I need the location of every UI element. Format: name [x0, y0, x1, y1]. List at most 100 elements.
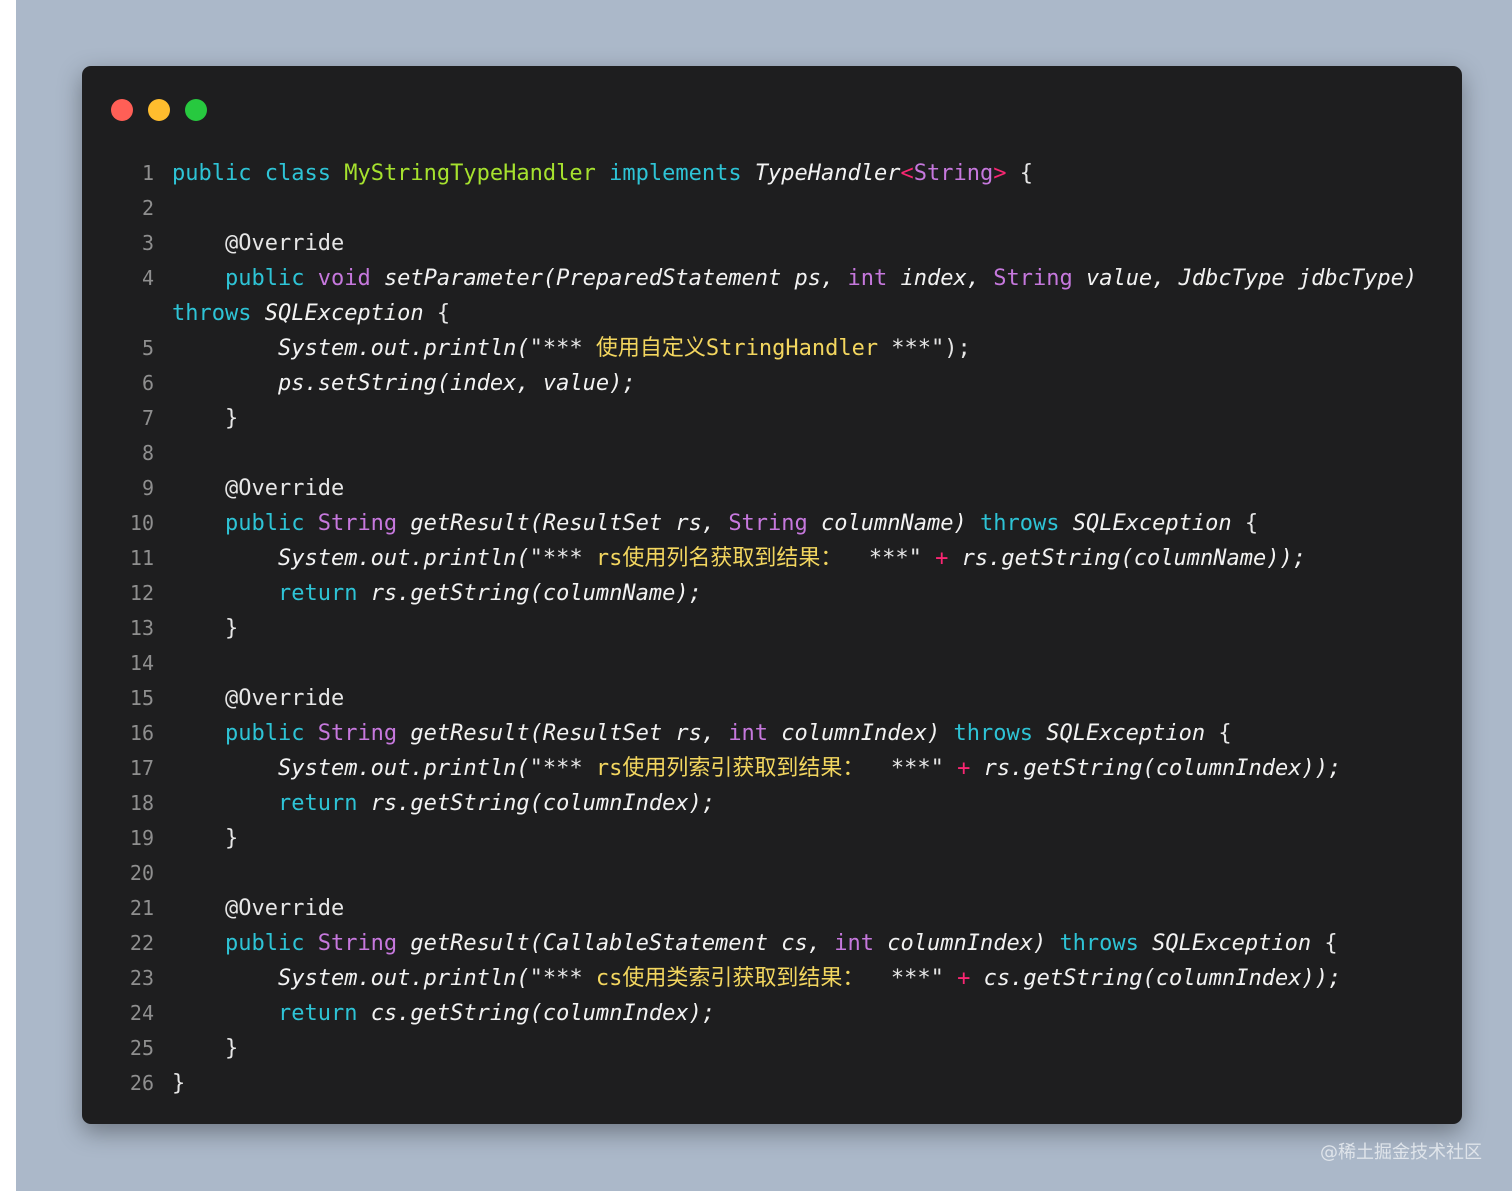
code-token: class [264, 161, 345, 186]
code-token: int [834, 931, 888, 956]
code-token: ***" [842, 546, 936, 571]
line-number: 23 [129, 966, 154, 990]
code-text: return cs.getString(columnIndex); [172, 996, 1462, 1031]
line-number: 3 [141, 231, 154, 255]
code-line: 22 public String getResult(CallableState… [82, 926, 1462, 961]
code-token: getResult(ResultSet rs, [410, 511, 729, 536]
code-line: throws SQLException { [82, 296, 1462, 331]
maximize-icon[interactable] [185, 99, 207, 121]
code-line: 1 public class MyStringTypeHandler implem… [82, 156, 1462, 191]
code-token: { [1218, 721, 1232, 746]
code-token: ***"); [878, 336, 971, 361]
line-number: 4 [141, 266, 154, 290]
code-token: void [317, 266, 384, 291]
code-token: return [277, 791, 371, 816]
line-number: 11 [129, 546, 154, 570]
code-token: SQLException [264, 301, 437, 326]
code-text: public String getResult(ResultSet rs, in… [172, 716, 1462, 751]
code-token: rs.getString(columnName)); [961, 546, 1306, 571]
code-text: return rs.getString(columnIndex); [172, 786, 1462, 821]
line-number: 13 [129, 616, 154, 640]
code-text: public String getResult(CallableStatemen… [172, 926, 1462, 961]
code-token: throws [1059, 931, 1153, 956]
code-line: 6 ps.setString(index, value); [82, 366, 1462, 401]
code-token: public [224, 931, 318, 956]
code-token: { [1019, 161, 1033, 186]
code-token: rs使用列名获取到结果： [595, 546, 843, 571]
code-text: throws SQLException { [172, 296, 1462, 331]
code-token: { [1324, 931, 1338, 956]
code-line: 11 System.out.println("*** rs使用列名获取到结果： … [82, 541, 1462, 576]
code-token: System.out.println( [277, 966, 530, 991]
code-token: SQLException [1152, 931, 1325, 956]
code-line: 17 System.out.println("*** rs使用列索引获取到结果：… [82, 751, 1462, 786]
code-token: public [224, 511, 318, 536]
code-token: return [277, 1001, 371, 1026]
line-number: 20 [129, 861, 154, 885]
code-text: System.out.println("*** rs使用列索引获取到结果： **… [172, 751, 1462, 786]
close-icon[interactable] [111, 99, 133, 121]
line-number: 26 [129, 1071, 154, 1095]
line-number: 2 [141, 196, 154, 220]
code-token: } [172, 826, 239, 851]
code-token: int [728, 721, 782, 746]
code-token: value, JdbcType jdbcType) [1085, 266, 1418, 291]
code-line: 12 return rs.getString(columnName); [82, 576, 1462, 611]
line-number: 24 [129, 1001, 154, 1025]
code-token: } [172, 1071, 186, 1096]
code-token: getResult(ResultSet rs, [410, 721, 729, 746]
code-token: setParameter(PreparedStatement ps, [383, 266, 848, 291]
code-line: 3 @Override [82, 226, 1462, 261]
code-token: cs.getString(columnIndex); [370, 1001, 716, 1026]
code-token: cs使用类索引获取到结果： [595, 966, 865, 991]
code-text: System.out.println("*** 使用自定义StringHandl… [172, 331, 1462, 366]
code-line: 16 public String getResult(ResultSet rs,… [82, 716, 1462, 751]
code-token: String [993, 266, 1086, 291]
line-number: 9 [141, 476, 154, 500]
line-number: 21 [129, 896, 154, 920]
code-line: 2 [82, 191, 1462, 226]
code-token: ***" [864, 756, 958, 781]
code-token: 使用自定义StringHandler [595, 336, 879, 361]
code-token: String [913, 161, 994, 186]
code-text: System.out.println("*** rs使用列名获取到结果： ***… [172, 541, 1462, 576]
code-token: rs.getString(columnIndex)); [983, 756, 1342, 781]
code-line: 15 @Override [82, 681, 1462, 716]
code-token: @Override [172, 686, 345, 711]
code-token: rs.getString(columnIndex); [370, 791, 716, 816]
code-text: @Override [172, 891, 1462, 926]
line-number: 18 [129, 791, 154, 815]
code-token: return [277, 581, 371, 606]
line-number: 25 [129, 1036, 154, 1060]
code-line: 4 public void setParameter(PreparedState… [82, 261, 1462, 296]
code-token: public [224, 266, 318, 291]
code-text: @Override [172, 681, 1462, 716]
code-token: > [993, 161, 1020, 186]
code-line: 7 } [82, 401, 1462, 436]
line-number: 1 [141, 161, 154, 185]
line-number: 14 [129, 651, 154, 675]
code-block: 1 public class MyStringTypeHandler implem… [82, 156, 1462, 1101]
line-number: 12 [129, 581, 154, 605]
code-token: throws [979, 511, 1073, 536]
code-line: 26} [82, 1066, 1462, 1101]
code-line: 20 [82, 856, 1462, 891]
code-token: @Override [172, 476, 345, 501]
code-token: ps.setString(index, value); [277, 371, 636, 396]
code-token: public [224, 721, 318, 746]
code-line: 24 return cs.getString(columnIndex); [82, 996, 1462, 1031]
code-text: public void setParameter(PreparedStateme… [172, 261, 1462, 296]
code-token: columnIndex) [781, 721, 954, 746]
code-line: 13 } [82, 611, 1462, 646]
minimize-icon[interactable] [148, 99, 170, 121]
code-token: { [1244, 511, 1259, 536]
code-token: columnName) [821, 511, 980, 536]
code-token: TypeHandler [754, 161, 901, 186]
code-token: } [172, 616, 239, 641]
